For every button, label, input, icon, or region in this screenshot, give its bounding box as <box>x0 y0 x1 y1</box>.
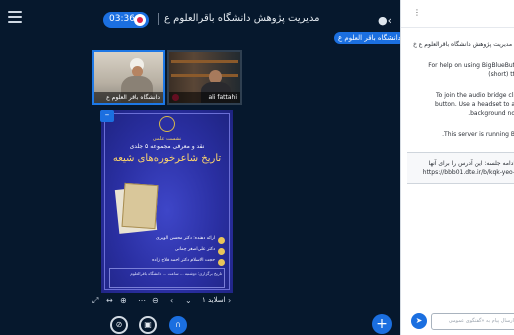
zoom-level-icon: ⋯ <box>138 296 146 305</box>
fit-width-icon[interactable]: ↔ <box>106 296 113 305</box>
meeting-title: مدیریت پژوهش دانشگاه باقرالعلوم ع <box>164 13 320 24</box>
speaker-photo <box>218 237 225 244</box>
speaker-item: دکتر علی‌اصغر چمانی <box>109 247 225 256</box>
app-window: 03:36 مدیریت پژوهش دانشگاه باقرالعلوم ع … <box>0 0 514 335</box>
slide-kicker: نشست علمی <box>152 136 182 142</box>
previous-slide-icon[interactable]: ‹ <box>170 296 173 305</box>
slide-toolbar: ⤢ ↔ ⊕ ⋯ ⊖ ‹ ⌄ اسلاید ۱ › <box>90 296 240 308</box>
send-icon: ➤ <box>415 316 423 325</box>
welcome-line: .This server is running B <box>442 131 514 138</box>
welcome-line: .background no <box>468 110 514 117</box>
speaker-item: حجت الاسلام دکتر احمد فلاح زاده <box>109 258 225 267</box>
chat-input-bar: ➤ ارسال پیام به «گفتگوی عمومی» <box>409 313 514 331</box>
welcome-line: For help on using BigBlueBut <box>428 62 514 69</box>
screen-share-icon: ⊘ <box>115 320 123 329</box>
next-slide-icon[interactable]: › <box>228 296 231 305</box>
slide-footer: تاریخ برگزاری: دوشنبه ... ساعت ... دانشگ… <box>109 268 225 288</box>
minimize-presentation-icon[interactable]: – <box>100 110 114 122</box>
zoom-in-icon[interactable]: ⊕ <box>120 296 127 305</box>
presenter-badge[interactable]: دانشگاه باقر العلوم ع <box>334 32 405 44</box>
welcome-message: به مدیریت پژوهش دانشگاه باقرالعلوم ع خ F… <box>413 40 514 151</box>
recording-indicator[interactable]: 03:36 <box>103 12 149 28</box>
send-button[interactable]: ➤ <box>411 313 427 329</box>
divider <box>158 13 159 25</box>
moderator-link[interactable]: https://bbb01.dte.ir/b/kqk-yeo- <box>411 168 514 177</box>
video-name-label: ali fattahi <box>169 92 240 103</box>
share-screen-button[interactable]: ⊘ <box>110 316 128 334</box>
video-button[interactable]: ▣ <box>139 316 157 334</box>
speaker-name: ارائه دهنده: دکتر محسن الویری <box>156 236 215 241</box>
slide-dropdown-icon[interactable]: ⌄ <box>185 296 192 305</box>
presentation-slide: نشست علمی نقد و معرفی مجموعه ۵ جلدی تاری… <box>101 110 233 293</box>
speaker-name: دکتر علی‌اصغر چمانی <box>174 247 215 252</box>
speaker-list: ارائه دهنده: دکتر محسن الویری دکتر علی‌ا… <box>109 236 225 269</box>
welcome-line: To join the audio bridge cli <box>435 92 514 99</box>
users-icon[interactable]: ●‹ <box>378 14 392 27</box>
actions-button[interactable]: + <box>372 314 392 334</box>
chat-message-input[interactable]: ارسال پیام به «گفتگوی عمومی» <box>431 313 514 330</box>
video-name-label: دانشگاه باقر العلوم ع <box>94 92 163 103</box>
video-tile-1[interactable]: دانشگاه باقر العلوم ع <box>92 50 165 105</box>
headphones-icon: ∩ <box>175 320 181 329</box>
speaker-photo <box>218 248 225 255</box>
speaker-name: حجت الاسلام دکتر احمد فلاح زاده <box>152 258 215 263</box>
plus-icon: + <box>376 316 388 332</box>
chat-header: ⋮ <box>401 0 514 28</box>
moderator-message: ادامه جلسه: این آدرس را برای آنها https:… <box>407 152 514 184</box>
audio-button[interactable]: ∩ <box>169 316 187 334</box>
recording-time: 03:36 <box>109 14 135 24</box>
slide-title: تاریخ شاعرخوره‌های شیعه <box>112 153 222 164</box>
welcome-line: button. Use a headset to a <box>435 101 514 108</box>
more-options-icon[interactable]: ⋮ <box>413 8 421 17</box>
bookshelf <box>171 60 238 63</box>
slide-subtitle: نقد و معرفی مجموعه ۵ جلدی <box>129 143 205 150</box>
video-tile-2[interactable]: ali fattahi <box>167 50 242 105</box>
books-image <box>113 180 161 234</box>
top-bar: 03:36 مدیریت پژوهش دانشگاه باقرالعلوم ع … <box>0 0 400 36</box>
slide-number[interactable]: اسلاید ۱ <box>202 296 226 304</box>
bookshelf <box>171 74 238 77</box>
main-area: 03:36 مدیریت پژوهش دانشگاه باقرالعلوم ع … <box>0 0 405 335</box>
camera-icon: ▣ <box>144 320 152 329</box>
speaker-item: ارائه دهنده: دکتر محسن الویری <box>109 236 225 245</box>
welcome-line: به مدیریت پژوهش دانشگاه باقرالعلوم ع خ <box>413 41 514 48</box>
chat-panel: ⋮ به مدیریت پژوهش دانشگاه باقرالعلوم ع خ… <box>400 0 514 335</box>
fullscreen-icon[interactable]: ⤢ <box>92 296 98 306</box>
welcome-line: (short) tt <box>488 71 514 78</box>
speaker-photo <box>218 259 225 266</box>
menu-icon[interactable] <box>8 11 22 23</box>
record-icon <box>134 14 146 26</box>
zoom-out-icon[interactable]: ⊖ <box>152 296 159 305</box>
logo-icon <box>159 116 175 132</box>
moderator-line: ادامه جلسه: این آدرس را برای آنها <box>428 160 514 167</box>
